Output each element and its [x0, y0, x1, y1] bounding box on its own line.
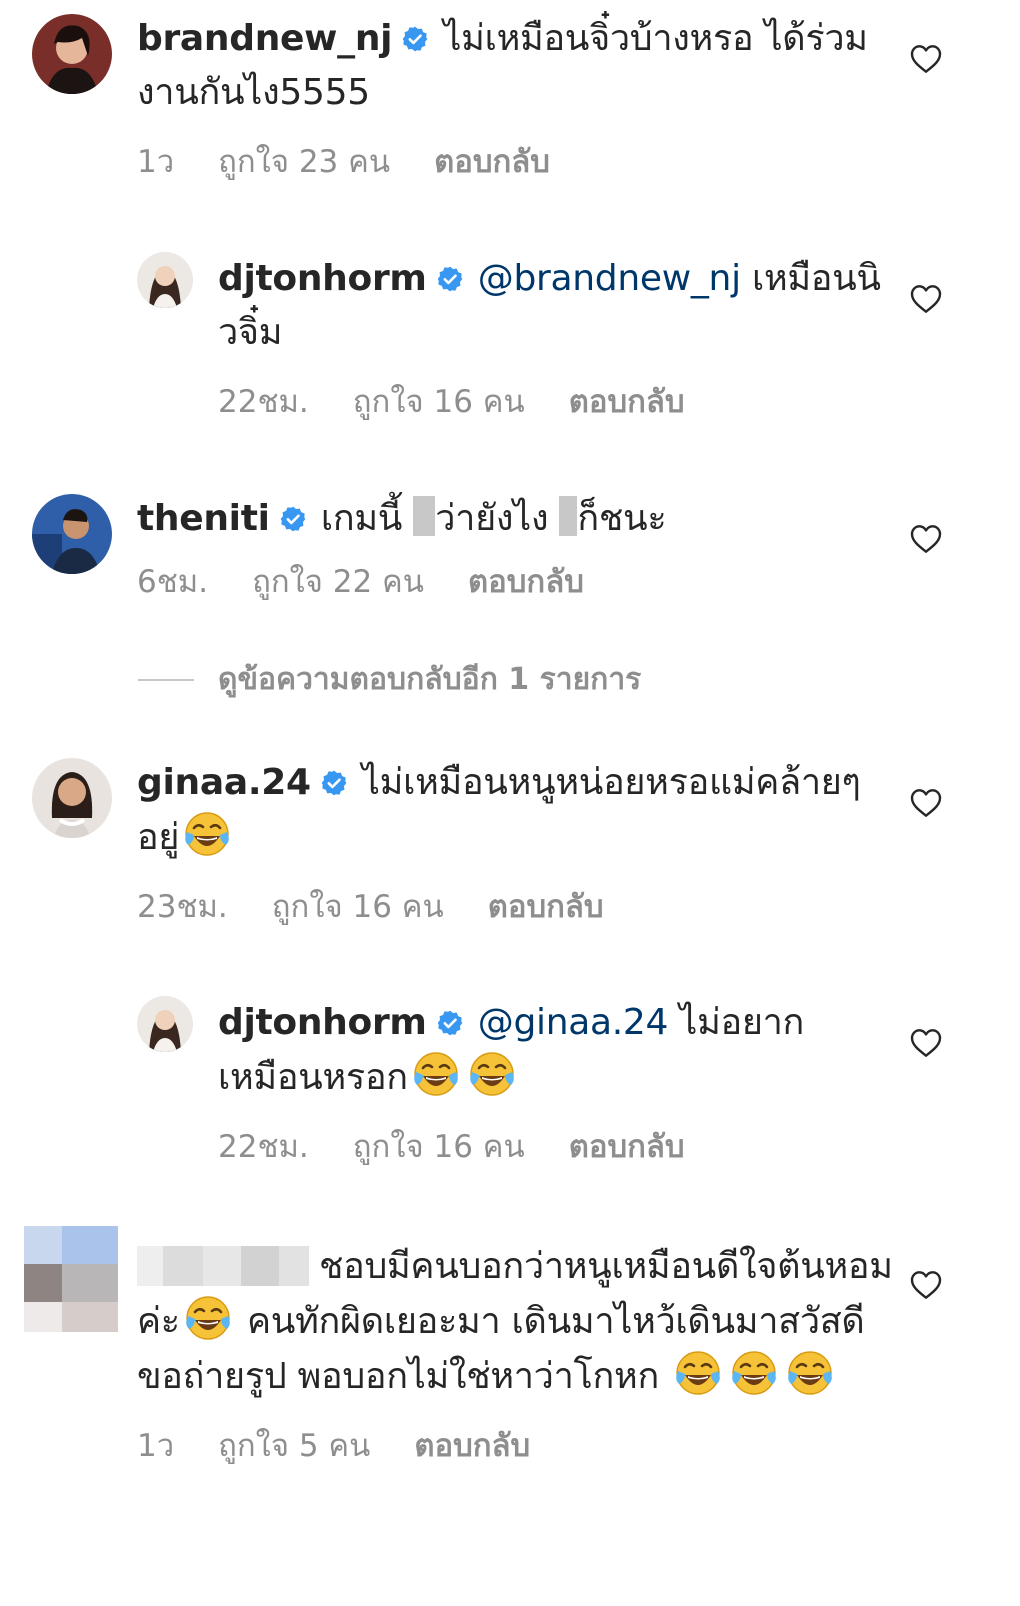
verified-badge-icon	[321, 770, 347, 796]
verified-badge-icon	[402, 26, 428, 52]
comment-meta: 6ชม. ถูกใจ 22 คน ตอบกลับ	[137, 556, 897, 606]
avatar[interactable]	[32, 758, 112, 838]
comment-text: djtonhorm @ginaa.24 ไม่อยากเหมือนหรอก	[218, 996, 898, 1105]
heart-outline-icon[interactable]	[910, 788, 942, 818]
like-count[interactable]: ถูกใจ 16 คน	[353, 1121, 525, 1171]
mention-link[interactable]: @brandnew_nj	[478, 258, 741, 299]
face-with-tears-of-joy-emoji	[468, 1050, 516, 1098]
reply-button[interactable]: ตอบกลับ	[488, 881, 604, 931]
comment-meta: 1ว ถูกใจ 23 คน ตอบกลับ	[137, 136, 897, 186]
comment-meta: 1ว ถูกใจ 5 คน ตอบกลับ	[137, 1420, 897, 1470]
reply-button[interactable]: ตอบกลับ	[434, 136, 550, 186]
comment-text: djtonhorm @brandnew_nj เหมือนนิวจิ๋ม	[218, 252, 898, 360]
verified-badge-icon	[280, 506, 306, 532]
mention-link[interactable]: @ginaa.24	[478, 1002, 669, 1043]
verified-badge-icon	[437, 1010, 463, 1036]
face-with-tears-of-joy-emoji	[674, 1349, 722, 1397]
face-with-tears-of-joy-emoji	[184, 1294, 232, 1342]
comment-meta: 23ชม. ถูกใจ 16 คน ตอบกลับ	[137, 881, 897, 931]
username[interactable]: ginaa.24	[137, 762, 311, 803]
username[interactable]: djtonhorm	[218, 258, 427, 299]
face-with-tears-of-joy-emoji	[786, 1349, 834, 1397]
heart-outline-icon[interactable]	[910, 524, 942, 554]
comment-meta: 22ชม. ถูกใจ 16 คน ตอบกลับ	[218, 376, 898, 426]
like-count[interactable]: ถูกใจ 23 คน	[218, 136, 390, 186]
redaction-block	[413, 496, 436, 536]
reply-button[interactable]: ตอบกลับ	[414, 1420, 530, 1470]
comment-time: 1ว	[137, 1428, 175, 1464]
comment-time: 6ชม.	[137, 564, 209, 600]
username[interactable]: brandnew_nj	[137, 18, 392, 59]
like-count[interactable]: ถูกใจ 16 คน	[272, 881, 444, 931]
reply-button[interactable]: ตอบกลับ	[569, 1121, 685, 1171]
username[interactable]: djtonhorm	[218, 1002, 427, 1043]
username-redacted	[137, 1246, 309, 1286]
avatar[interactable]	[32, 494, 112, 574]
comment-body-part: ก็ชนะ	[577, 498, 667, 539]
reply-button[interactable]: ตอบกลับ	[569, 376, 685, 426]
avatar[interactable]	[32, 14, 112, 94]
heart-outline-icon[interactable]	[910, 1028, 942, 1058]
like-count[interactable]: ถูกใจ 16 คน	[353, 376, 525, 426]
avatar-pixelated[interactable]	[24, 1226, 118, 1332]
redaction-block	[559, 496, 578, 536]
comment-time: 1ว	[137, 144, 175, 180]
heart-outline-icon[interactable]	[910, 44, 942, 74]
comment-time: 23ชม.	[137, 889, 228, 925]
heart-outline-icon[interactable]	[910, 1270, 942, 1300]
username[interactable]: theniti	[137, 498, 270, 539]
view-more-replies-label: ดูข้อความตอบกลับอีก 1 รายการ	[218, 662, 642, 697]
divider	[138, 678, 194, 681]
comment-text: theniti เกมนี้ ว่ายังไง ก็ชนะ	[137, 492, 897, 546]
reply-button[interactable]: ตอบกลับ	[468, 556, 584, 606]
comment-meta: 22ชม. ถูกใจ 16 คน ตอบกลับ	[218, 1121, 898, 1171]
comment-time: 22ชม.	[218, 384, 309, 420]
comment-body-part: ว่ายังไง	[435, 498, 549, 539]
avatar[interactable]	[137, 252, 193, 308]
comment-time: 22ชม.	[218, 1129, 309, 1165]
like-count[interactable]: ถูกใจ 22 คน	[252, 556, 424, 606]
view-more-replies-button[interactable]: ดูข้อความตอบกลับอีก 1 รายการ	[138, 656, 641, 703]
verified-badge-icon	[437, 266, 463, 292]
avatar[interactable]	[137, 996, 193, 1052]
face-with-tears-of-joy-emoji	[730, 1349, 778, 1397]
comment-text: ginaa.24 ไม่เหมือนหนูหน่อยหรอแม่คล้ายๆอย…	[137, 756, 897, 865]
comments-thread: brandnew_nj ไม่เหมือนจิ๋วบ้างหรอ ได้ร่วม…	[0, 0, 1020, 1606]
like-count[interactable]: ถูกใจ 5 คน	[218, 1420, 370, 1470]
face-with-tears-of-joy-emoji	[412, 1050, 460, 1098]
heart-outline-icon[interactable]	[910, 284, 942, 314]
face-with-tears-of-joy-emoji	[183, 810, 231, 858]
comment-text: ชอบมีคนบอกว่าหนูเหมือนดีใจต้นหอมค่ะ คนทั…	[137, 1240, 897, 1404]
comment-text: brandnew_nj ไม่เหมือนจิ๋วบ้างหรอ ได้ร่วม…	[137, 12, 897, 120]
comment-body-part: เกมนี้	[320, 498, 403, 539]
